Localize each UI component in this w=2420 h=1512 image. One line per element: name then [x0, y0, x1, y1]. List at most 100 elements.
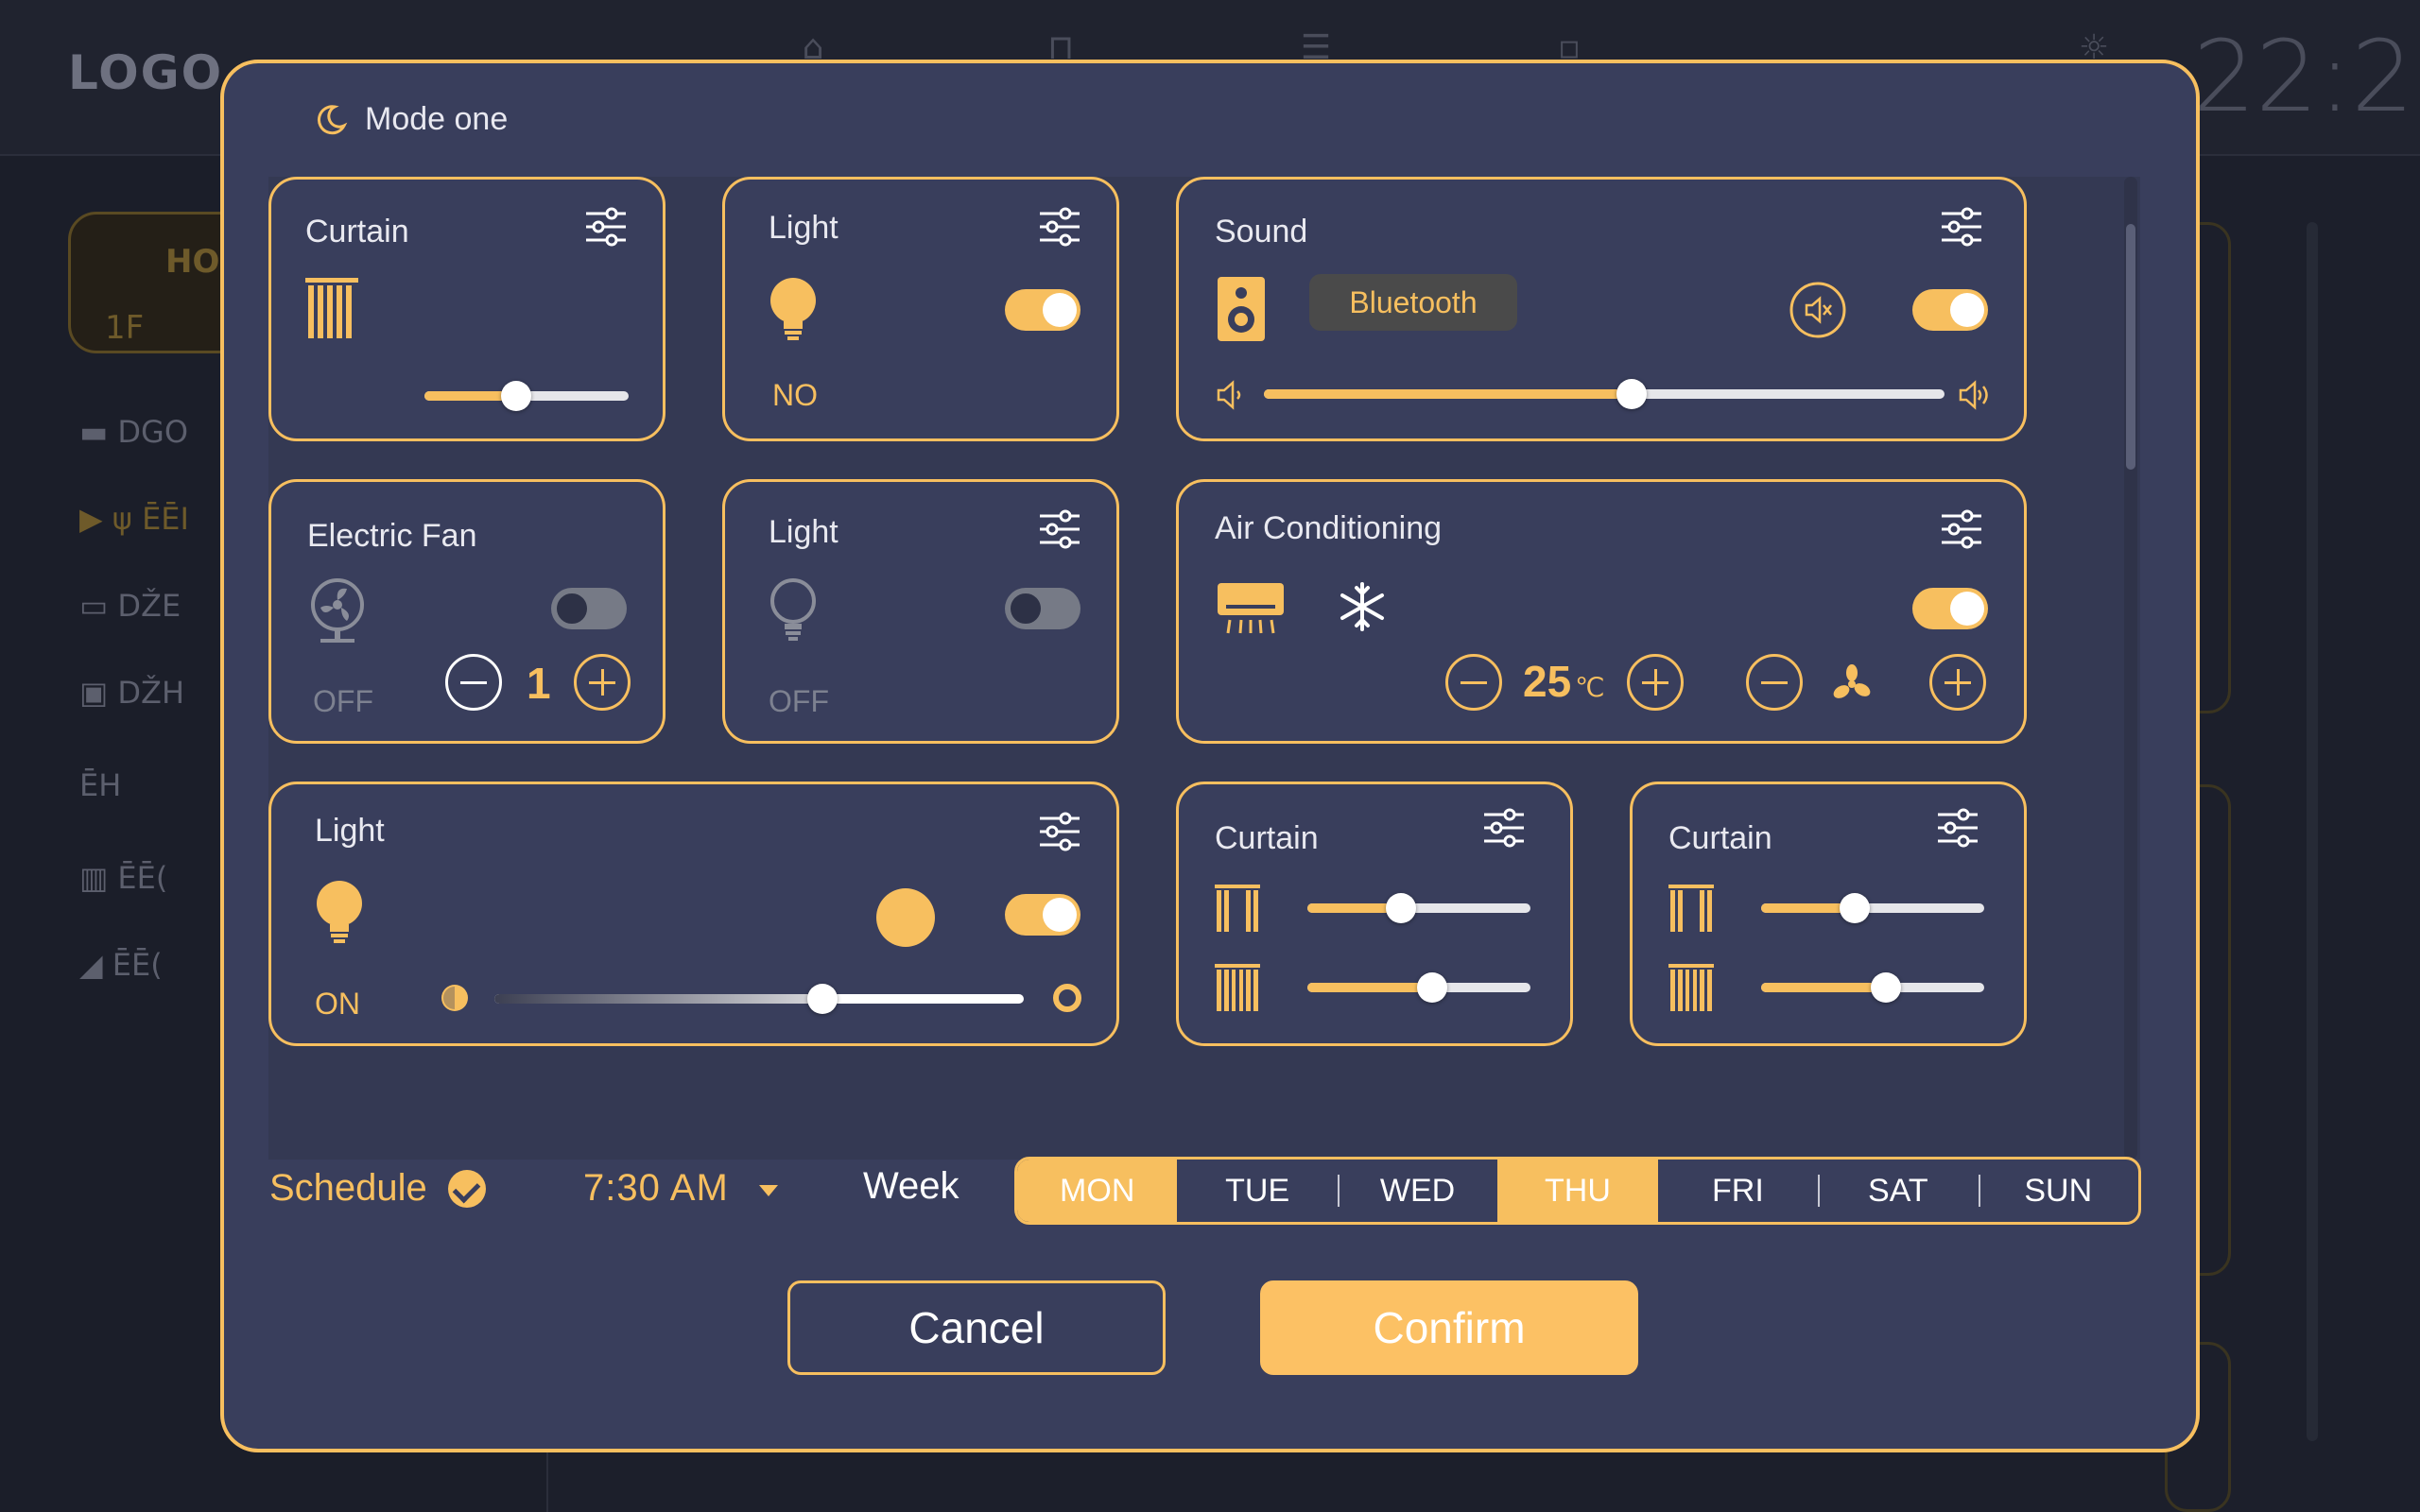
day-sun[interactable]: SUN: [1978, 1160, 2138, 1222]
cancel-button[interactable]: Cancel: [787, 1280, 1166, 1375]
dimmable-light-card: Light ON: [268, 782, 1119, 1046]
floor-label: 1F: [105, 309, 145, 347]
slider-thumb[interactable]: [807, 984, 838, 1014]
settings-sliders-icon[interactable]: [1939, 204, 1984, 249]
curtain-card: Curtain: [268, 177, 666, 441]
light-card: Light NO: [722, 177, 1119, 441]
fan-icon: [311, 578, 364, 643]
sound-card: Sound Bluetooth: [1176, 177, 2027, 441]
electric-fan-card: Electric Fan OFF 1: [268, 479, 666, 744]
panel-scrollbar[interactable]: [2124, 177, 2137, 1160]
ac-toggle[interactable]: [1912, 588, 1988, 629]
day-wed[interactable]: WED: [1337, 1160, 1497, 1222]
mute-icon[interactable]: [1789, 282, 1846, 338]
volume-low-icon: [1217, 380, 1241, 410]
chevron-down-icon[interactable]: [759, 1185, 778, 1196]
sidebar-item-fence[interactable]: ▥ ĒĒ(: [79, 860, 212, 917]
card-title: Curtain: [1668, 820, 1772, 856]
car-icon: ▣: [79, 675, 109, 711]
lightbulb-on-icon: [317, 881, 362, 943]
brightness-low-icon: [441, 985, 468, 1011]
temperature-increase-button[interactable]: [1627, 654, 1684, 711]
schedule-toggle[interactable]: Schedule: [269, 1167, 486, 1210]
schedule-label: Schedule: [269, 1167, 427, 1209]
volume-high-icon: [1959, 380, 1988, 410]
slider-thumb[interactable]: [1616, 379, 1647, 409]
lightbulb-on-icon: [770, 278, 816, 340]
curtain-blackout-icon: [1668, 964, 1714, 1011]
settings-sliders-icon[interactable]: [1037, 507, 1082, 552]
card-title: Sound: [1215, 214, 1308, 249]
sidebar-item-garage[interactable]: ▣ DŽH: [79, 675, 212, 731]
sidebar-item-dining[interactable]: ▶ ψ ĒĒI: [79, 501, 212, 558]
fan-speed-decrease-button[interactable]: [445, 654, 502, 711]
curtain-blackout-icon: [1215, 964, 1260, 1011]
card-title: Curtain: [1215, 820, 1319, 856]
fan-speed-icon: [1833, 664, 1871, 698]
light-toggle[interactable]: [1005, 894, 1080, 936]
confirm-button[interactable]: Confirm: [1260, 1280, 1638, 1375]
day-mon[interactable]: MON: [1017, 1160, 1178, 1222]
sidebar-item-stairs[interactable]: ◢ ĒĒ(: [79, 947, 212, 1004]
fan-state: OFF: [313, 684, 373, 718]
curtain-blackout-slider[interactable]: [1761, 972, 1984, 1003]
double-curtain-card: Curtain: [1630, 782, 2027, 1046]
curtain-slider[interactable]: [424, 381, 629, 411]
day-fri[interactable]: FRI: [1658, 1160, 1818, 1222]
settings-sliders-icon[interactable]: [1481, 805, 1527, 850]
settings-sliders-icon[interactable]: [1037, 204, 1082, 249]
day-thu[interactable]: THU: [1497, 1160, 1658, 1222]
bluetooth-source-badge[interactable]: Bluetooth: [1309, 274, 1517, 331]
sofa-icon: ▬: [79, 414, 109, 450]
settings-sliders-icon[interactable]: [583, 204, 629, 249]
curtain-blackout-slider[interactable]: [1307, 972, 1530, 1003]
fan-speed-increase-button[interactable]: [574, 654, 631, 711]
curtain-sheer-slider[interactable]: [1307, 893, 1530, 923]
logo: LOGO: [68, 45, 224, 100]
mode-title-text: Mode one: [365, 101, 509, 137]
sound-toggle[interactable]: [1912, 289, 1988, 331]
card-title: Electric Fan: [307, 518, 477, 554]
bg-scrollbar: [2307, 222, 2318, 1441]
sidebar-item-living[interactable]: ▬ DGO: [79, 414, 212, 471]
checkmark-icon[interactable]: [447, 1169, 486, 1208]
air-conditioning-card: Air Conditioning 25 ℃: [1176, 479, 2027, 744]
sidebar-item-bedroom[interactable]: ▭ DŽE: [79, 588, 212, 644]
light-toggle[interactable]: [1005, 289, 1080, 331]
settings-sliders-icon[interactable]: [1939, 507, 1984, 552]
curtain-open-icon: [1668, 885, 1714, 932]
sidebar-item-5[interactable]: ĒH: [79, 767, 212, 824]
brightness-slider[interactable]: [494, 984, 1024, 1014]
settings-sliders-icon[interactable]: [1935, 805, 1980, 850]
fan-speed-decrease-button[interactable]: [1746, 654, 1803, 711]
scrollbar-thumb[interactable]: [2126, 224, 2135, 470]
light-toggle[interactable]: [1005, 588, 1080, 629]
slider-thumb[interactable]: [1840, 893, 1870, 923]
slider-thumb[interactable]: [501, 381, 531, 411]
slider-thumb[interactable]: [1417, 972, 1447, 1003]
card-title: Curtain: [305, 214, 409, 249]
curtain-open-icon: [1215, 885, 1260, 932]
slider-thumb[interactable]: [1871, 972, 1901, 1003]
slider-thumb[interactable]: [1386, 893, 1416, 923]
time-picker[interactable]: 7:30 AM: [583, 1167, 729, 1210]
color-swatch[interactable]: [876, 888, 935, 947]
snowflake-icon[interactable]: [1338, 582, 1387, 631]
fan-toggle[interactable]: [551, 588, 627, 629]
moon-icon: [317, 104, 348, 134]
day-sat[interactable]: SAT: [1818, 1160, 1978, 1222]
mode-title: Mode one: [314, 101, 508, 138]
devices-panel: Curtain Light NO Sound Bluetooth Electri…: [268, 177, 2140, 1160]
air-conditioner-icon: [1218, 583, 1284, 634]
temperature-decrease-button[interactable]: [1445, 654, 1502, 711]
temperature-value: 25 ℃: [1523, 657, 1605, 706]
card-title: Light: [315, 813, 385, 849]
volume-slider[interactable]: [1264, 379, 1945, 409]
fan-speed-increase-button[interactable]: [1929, 654, 1986, 711]
temperature-unit: ℃: [1575, 673, 1605, 702]
light-state: NO: [772, 378, 818, 412]
day-tue[interactable]: TUE: [1177, 1160, 1337, 1222]
curtain-sheer-slider[interactable]: [1761, 893, 1984, 923]
fence-icon: ▥: [79, 860, 109, 896]
settings-sliders-icon[interactable]: [1037, 809, 1082, 854]
